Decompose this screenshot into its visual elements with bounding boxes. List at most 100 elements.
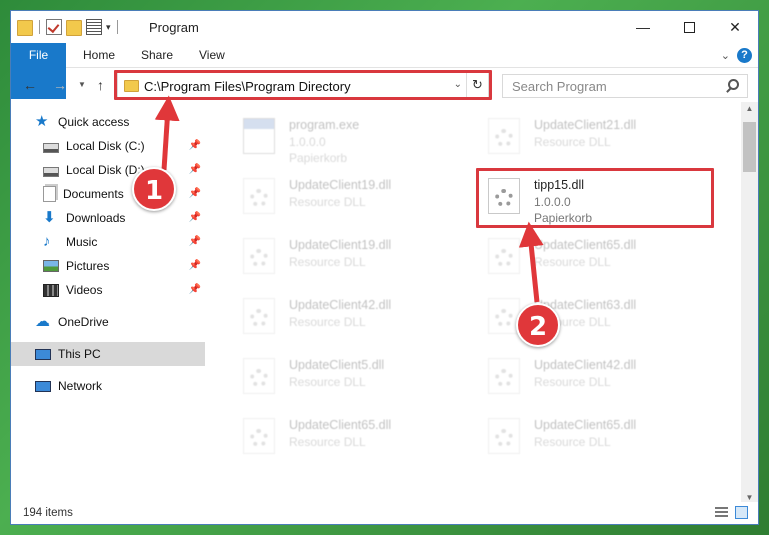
file-type: Resource DLL <box>534 135 611 149</box>
sidebar-item-videos[interactable]: Videos 📌 <box>11 278 205 302</box>
pin-icon[interactable]: 📌 <box>189 212 201 223</box>
pin-icon[interactable]: 📌 <box>189 236 201 247</box>
sidebar-item-quick-access[interactable]: ★ Quick access <box>11 110 205 134</box>
dll-file-icon <box>488 418 520 454</box>
properties-icon[interactable] <box>86 19 102 35</box>
gear-icon <box>250 189 268 207</box>
file-item[interactable]: program.exe 1.0.0.0 Papierkorb <box>217 108 452 165</box>
download-arrow-icon: ⬇ <box>43 209 56 226</box>
gear-icon <box>495 369 513 387</box>
pin-icon[interactable]: 📌 <box>189 188 201 199</box>
file-item[interactable]: UpdateClient65.dll Resource DLL <box>462 228 697 284</box>
sidebar-item-downloads[interactable]: ⬇ Downloads 📌 <box>11 206 205 230</box>
file-item[interactable]: UpdateClient63.dll Resource DLL <box>462 288 697 344</box>
tab-share[interactable]: Share <box>127 43 187 68</box>
file-item[interactable]: UpdateClient42.dll Resource DLL <box>217 288 452 344</box>
file-name: UpdateClient21.dll <box>534 118 637 132</box>
expand-ribbon-icon[interactable]: ⌄ <box>721 49 730 62</box>
gear-icon <box>250 309 268 327</box>
file-name: UpdateClient65.dll <box>289 418 392 432</box>
file-name: UpdateClient42.dll <box>289 298 392 312</box>
file-name: UpdateClient42.dll <box>534 358 637 372</box>
file-item[interactable]: UpdateClient21.dll Resource DLL <box>462 108 697 164</box>
pin-icon[interactable]: 📌 <box>189 260 201 271</box>
dll-file-icon <box>243 178 275 214</box>
file-version: 1.0.0.0 <box>289 135 326 149</box>
step-1-badge: 1 <box>132 167 176 211</box>
tab-view[interactable]: View <box>185 43 239 68</box>
sidebar-item-pictures[interactable]: Pictures 📌 <box>11 254 205 278</box>
drive-icon <box>43 142 59 153</box>
ribbon: File Home Share View ⌄ ? <box>11 43 758 99</box>
sidebar-item-label: Videos <box>66 283 103 297</box>
up-button[interactable]: ↑ <box>97 77 104 93</box>
toolbar-separator <box>116 20 118 34</box>
tab-home[interactable]: Home <box>69 43 129 68</box>
file-item[interactable]: UpdateClient42.dll Resource DLL <box>462 348 697 404</box>
recent-locations-chevron-icon[interactable]: ▼ <box>78 80 86 89</box>
exe-file-icon <box>243 118 275 154</box>
maximize-button[interactable] <box>666 11 712 43</box>
vertical-scrollbar[interactable]: ▲ ▼ <box>741 102 758 504</box>
file-item[interactable]: UpdateClient19.dll Resource DLL <box>217 228 452 284</box>
file-item[interactable]: UpdateClient65.dll Resource DLL <box>462 408 697 464</box>
file-type: Resource DLL <box>289 195 366 209</box>
large-icons-view-icon[interactable] <box>735 506 748 519</box>
sidebar-item-documents[interactable]: Documents 📌 <box>11 182 205 206</box>
film-icon <box>43 283 59 297</box>
dll-file-icon <box>243 298 275 334</box>
sidebar-item-label: Local Disk (C:) <box>66 139 145 153</box>
search-input[interactable]: Search Program <box>502 74 748 98</box>
new-folder-icon[interactable] <box>66 20 82 36</box>
toolbar-separator <box>39 20 40 34</box>
folder-icon <box>17 20 33 36</box>
dll-file-icon <box>488 298 520 334</box>
sidebar-item-music[interactable]: ♪ Music 📌 <box>11 230 205 254</box>
documents-icon <box>43 186 56 202</box>
sidebar-item-this-pc[interactable]: This PC <box>11 342 205 366</box>
sidebar-item-local-disk-c[interactable]: Local Disk (C:) 📌 <box>11 134 205 158</box>
file-name: UpdateClient65.dll <box>534 418 637 432</box>
back-button[interactable]: ← <box>23 77 37 93</box>
scroll-down-icon[interactable]: ▼ <box>741 493 758 502</box>
pin-icon[interactable]: 📌 <box>189 284 201 295</box>
customize-toolbar-icon[interactable]: ▾ <box>106 22 111 33</box>
network-icon <box>35 380 51 392</box>
address-highlight-box <box>114 70 492 100</box>
file-type: Resource DLL <box>289 435 366 449</box>
pin-icon[interactable]: 📌 <box>189 164 201 175</box>
sidebar-item-onedrive[interactable]: ☁ OneDrive <box>11 310 205 334</box>
item-count: 194 items <box>23 507 73 519</box>
gear-icon <box>495 309 513 327</box>
file-item[interactable]: UpdateClient65.dll Resource DLL <box>217 408 452 464</box>
close-button[interactable]: ✕ <box>712 11 758 43</box>
star-icon: ★ <box>35 113 49 130</box>
forward-button[interactable]: → <box>53 77 67 93</box>
maximize-icon <box>683 21 695 33</box>
properties-check-icon[interactable] <box>46 19 62 35</box>
navigation-pane: ★ Quick access Local Disk (C:) 📌 Local D… <box>11 102 207 504</box>
search-icon <box>728 79 739 90</box>
file-type: Resource DLL <box>534 435 611 449</box>
gear-icon <box>250 429 268 447</box>
scrollbar-thumb[interactable] <box>743 122 756 172</box>
file-name: program.exe <box>289 118 360 132</box>
pictures-icon <box>43 260 59 272</box>
file-item[interactable]: UpdateClient5.dll Resource DLL <box>217 348 452 404</box>
help-icon[interactable]: ? <box>737 48 752 63</box>
sidebar-item-local-disk-d[interactable]: Local Disk (D:) 📌 <box>11 158 205 182</box>
pin-icon[interactable]: 📌 <box>189 140 201 151</box>
scroll-up-icon[interactable]: ▲ <box>741 104 758 113</box>
file-name: UpdateClient19.dll <box>289 238 392 252</box>
status-bar: 194 items <box>11 502 758 524</box>
title-bar: ▾ Program — ✕ <box>11 11 758 43</box>
computer-icon <box>35 348 51 360</box>
gear-icon <box>495 249 513 267</box>
minimize-button[interactable]: — <box>620 11 666 43</box>
file-name: UpdateClient5.dll <box>289 358 385 372</box>
file-item[interactable]: UpdateClient19.dll Resource DLL <box>217 168 452 224</box>
sidebar-item-network[interactable]: Network <box>11 374 205 398</box>
file-name: UpdateClient65.dll <box>534 238 637 252</box>
sidebar-item-label: Network <box>58 379 103 393</box>
details-view-icon[interactable] <box>715 507 728 519</box>
